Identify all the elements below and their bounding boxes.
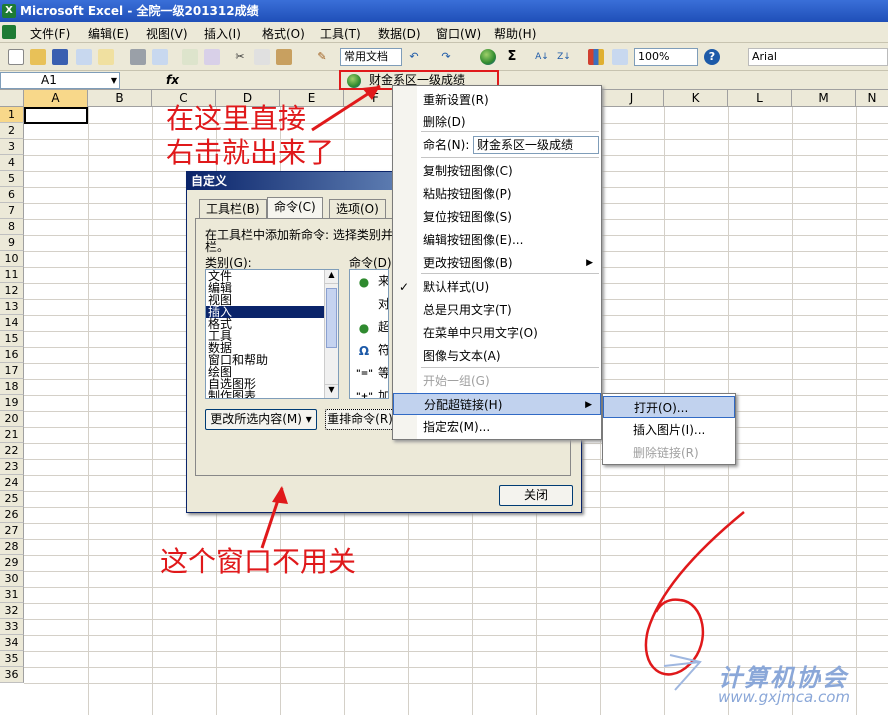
excel-window: X Microsoft Excel - 全院一级201312成绩 文件(F) 编… — [0, 0, 888, 715]
watermark-logo-icon — [663, 654, 702, 691]
arrow-head-top — [362, 86, 380, 100]
annotation-top-line2: 右击就出来了 — [166, 136, 335, 169]
annotation-bottom: 这个窗口不用关 — [160, 545, 357, 578]
scribble-six-drawing — [644, 511, 745, 676]
annotation-top-line1: 在这里直接 — [166, 102, 307, 135]
annotation-overlay — [260, 84, 745, 691]
arrow-head-bottom — [272, 486, 288, 504]
watermark-url: www.gxjmca.com — [718, 688, 851, 706]
